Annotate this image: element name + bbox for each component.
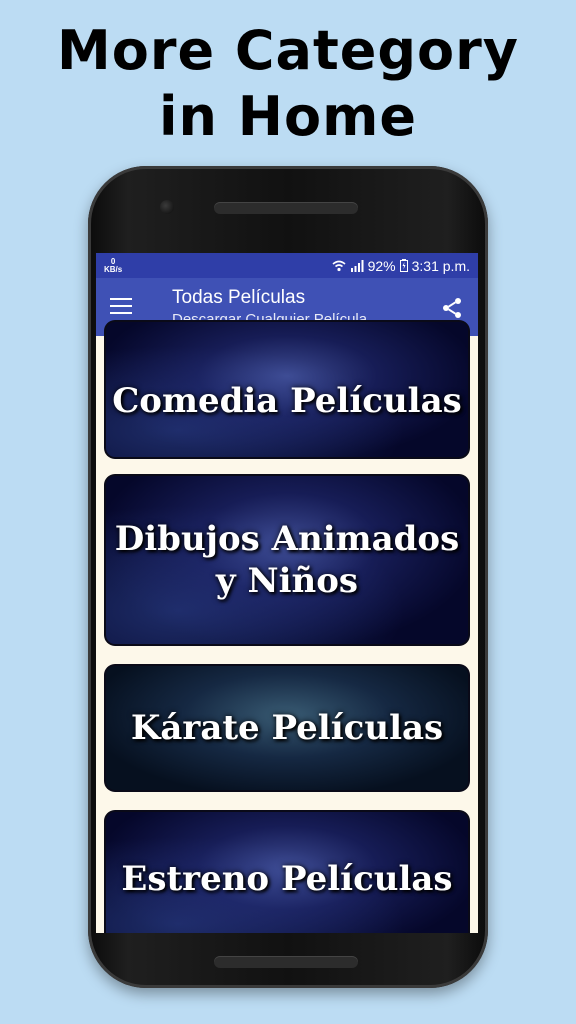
menu-icon[interactable] [110, 298, 132, 316]
category-label: Comedia Películas [112, 380, 462, 421]
signal-icon [350, 259, 364, 272]
share-icon[interactable] [440, 296, 464, 320]
category-label: Kárate Películas [130, 708, 444, 748]
category-label-line-1: Dibujos Animados [114, 519, 460, 559]
category-card-karate[interactable]: Kárate Películas [106, 666, 468, 790]
bottom-speaker [214, 956, 358, 968]
status-bar: 0 KB/s 92% 3:31 p.m. [96, 253, 478, 278]
promo-line-2: in Home [159, 85, 417, 148]
category-card-comedia[interactable]: Comedia Películas [106, 322, 468, 457]
clock: 3:31 p.m. [411, 257, 470, 274]
front-camera [160, 200, 174, 214]
promo-line-1: More Category [57, 19, 519, 82]
app-screen: 0 KB/s 92% 3:31 p.m. Todas Películas Des… [96, 253, 478, 933]
app-title: Todas Películas [172, 287, 306, 308]
network-speed-unit: KB/s [104, 264, 123, 274]
promo-headline: More Category in Home [0, 18, 576, 150]
category-label: Dibujos Animados y Niños [109, 518, 465, 602]
battery-icon [399, 259, 408, 272]
network-speed: 0 KB/s [104, 257, 123, 274]
category-label-line-2: y Niños [215, 561, 359, 601]
battery-percent: 92% [367, 257, 396, 274]
wifi-icon [332, 260, 346, 271]
category-card-dibujos[interactable]: Dibujos Animados y Niños [106, 476, 468, 644]
earpiece-speaker [214, 202, 358, 214]
category-card-estreno[interactable]: Estreno Películas [106, 812, 468, 933]
status-indicators: 92% 3:31 p.m. [332, 258, 470, 274]
category-label: Estreno Películas [121, 859, 453, 899]
